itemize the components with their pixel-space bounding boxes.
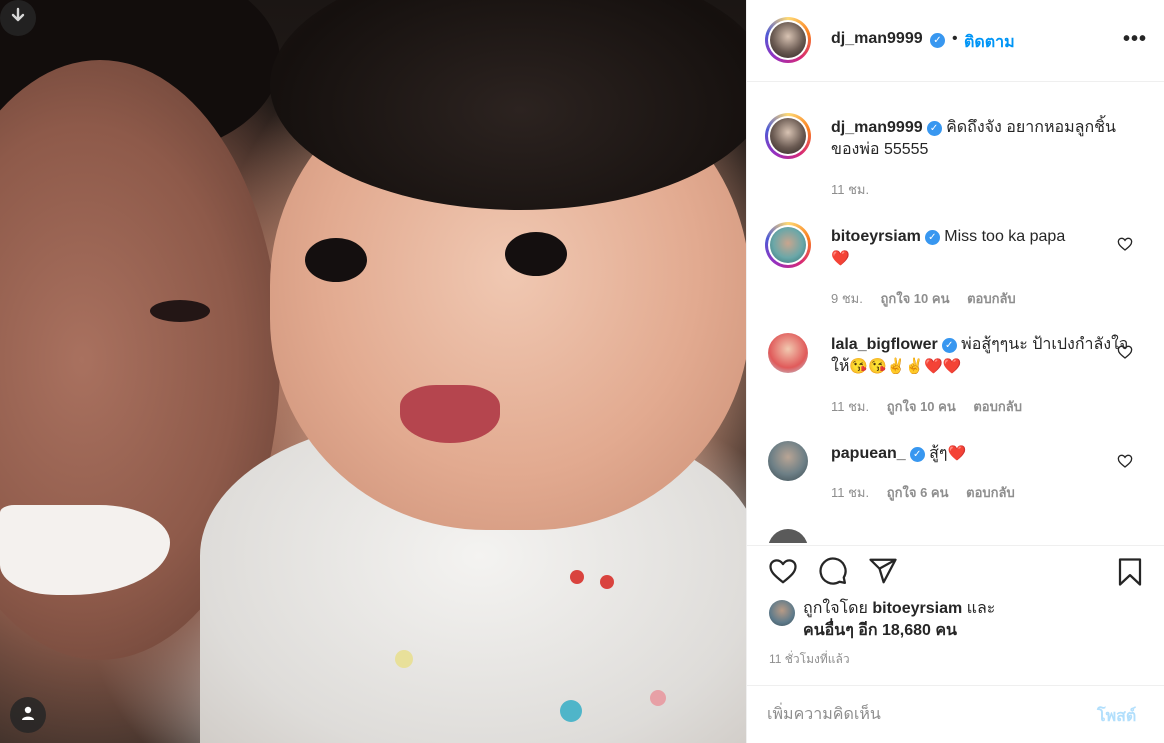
caption-meta: 11 ชม. bbox=[831, 179, 883, 200]
comment-emoji: 😘😘✌️✌️❤️❤️ bbox=[849, 358, 962, 375]
comment-username[interactable]: lala_bigflower bbox=[831, 336, 938, 353]
post-actions: ถูกใจโดย bitoeyrsiam และ คนอื่นๆ อีก 18,… bbox=[747, 545, 1164, 685]
cloth-pattern-dot bbox=[600, 575, 614, 589]
post-header: dj_man9999 ✓ • ติดตาม ••• bbox=[747, 0, 1164, 82]
verified-icon: ✓ bbox=[924, 230, 940, 245]
add-comment-bar: โพสต์ bbox=[747, 685, 1164, 743]
comment-input[interactable] bbox=[767, 702, 1067, 728]
author-username[interactable]: dj_man9999 bbox=[831, 30, 923, 48]
comment-text-block: papuean_ ✓ สู้ๆ❤️ bbox=[831, 443, 1131, 465]
liked-by-prefix: ถูกใจโดย bbox=[803, 600, 868, 617]
verified-icon: ✓ bbox=[909, 447, 925, 462]
comment-text-block: lala_bigflower ✓ พ่อสู้ๆๆนะ ป้าเปงกำลังใจ… bbox=[831, 334, 1131, 378]
comment-avatar[interactable] bbox=[768, 441, 808, 481]
comment-username[interactable]: papuean_ bbox=[831, 445, 906, 462]
caption-username[interactable]: dj_man9999 bbox=[831, 119, 923, 136]
post-media[interactable] bbox=[0, 0, 746, 743]
baby-eye-left bbox=[305, 238, 367, 282]
author-avatar[interactable] bbox=[765, 17, 811, 63]
verified-icon: ✓ bbox=[926, 121, 942, 136]
comments-list[interactable]: dj_man9999 ✓ คิดถึงจัง อยากหอมลูกชิ้นของพ… bbox=[747, 83, 1164, 543]
post-time-ago[interactable]: 11 ชั่วโมงที่แล้ว bbox=[769, 650, 850, 669]
verified-icon: ✓ bbox=[930, 33, 945, 48]
comment-avatar[interactable] bbox=[768, 333, 808, 373]
liked-by-others[interactable]: คนอื่นๆ อีก 18,680 คน bbox=[803, 622, 957, 639]
separator-dot: • bbox=[952, 30, 958, 47]
tagged-users-button[interactable] bbox=[10, 697, 46, 733]
download-button[interactable] bbox=[0, 0, 36, 36]
comment-like-button[interactable] bbox=[1117, 344, 1133, 365]
comment-username[interactable]: bitoeyrsiam bbox=[831, 228, 921, 245]
adult-eye bbox=[150, 300, 210, 322]
share-button[interactable] bbox=[867, 556, 899, 591]
post-comment-button[interactable]: โพสต์ bbox=[1097, 704, 1136, 729]
more-options-icon[interactable]: ••• bbox=[1123, 28, 1147, 51]
caption-text-block: dj_man9999 ✓ คิดถึงจัง อยากหอมลูกชิ้นของพ… bbox=[831, 117, 1131, 161]
liked-by-summary: ถูกใจโดย bitoeyrsiam และ คนอื่นๆ อีก 18,… bbox=[803, 598, 995, 642]
comment-text: สู้ๆ bbox=[929, 445, 948, 462]
comment-text-block: bitoeyrsiam ✓ Miss too ka papa ❤️ bbox=[831, 226, 1131, 270]
comment-reply-button[interactable]: ตอบกลับ bbox=[966, 485, 1015, 500]
comment-likes[interactable]: ถูกใจ 10 คน bbox=[887, 399, 956, 414]
caption-time[interactable]: 11 ชม. bbox=[831, 182, 869, 197]
comment-like-button[interactable] bbox=[1117, 453, 1133, 474]
heart-icon bbox=[767, 559, 799, 590]
bookmark-icon bbox=[1115, 558, 1145, 592]
comment-meta: 9 ชม. ถูกใจ 10 คน ตอบกลับ bbox=[831, 288, 1030, 309]
baby-mouth bbox=[400, 385, 500, 443]
comment-emoji: ❤️ bbox=[947, 445, 967, 462]
comment-emoji: ❤️ bbox=[831, 250, 850, 267]
comment-avatar[interactable] bbox=[768, 529, 808, 543]
comment-time[interactable]: 9 ชม. bbox=[831, 291, 863, 306]
liked-by-and: และ bbox=[966, 600, 996, 617]
comment-icon bbox=[817, 557, 849, 590]
comment-time[interactable]: 11 ชม. bbox=[831, 399, 869, 414]
save-button[interactable] bbox=[1115, 556, 1145, 593]
cloth-pattern-dot bbox=[570, 570, 584, 584]
like-button[interactable] bbox=[767, 556, 799, 591]
comment-reply-button[interactable]: ตอบกลับ bbox=[967, 291, 1016, 306]
heart-icon bbox=[1117, 237, 1133, 256]
comment-meta: 11 ชม. ถูกใจ 6 คน ตอบกลับ bbox=[831, 482, 1029, 503]
comment-button[interactable] bbox=[817, 556, 849, 591]
caption-avatar[interactable] bbox=[765, 113, 811, 159]
comment-likes[interactable]: ถูกใจ 10 คน bbox=[880, 291, 949, 306]
comment-reply-button[interactable]: ตอบกลับ bbox=[973, 399, 1022, 414]
share-icon bbox=[867, 558, 899, 590]
follow-button[interactable]: ติดตาม bbox=[964, 30, 1015, 55]
baby-eye-right bbox=[505, 232, 567, 276]
comment-time[interactable]: 11 ชม. bbox=[831, 485, 869, 500]
comment-item: bitoeyrsiam ✓ Miss too ka papa ❤️ 9 ชม. ถ… bbox=[747, 220, 1164, 320]
comment-item: lala_bigflower ✓ พ่อสู้ๆๆนะ ป้าเปงกำลังใจ… bbox=[747, 328, 1164, 428]
comment-likes[interactable]: ถูกใจ 6 คน bbox=[887, 485, 949, 500]
verified-icon: ✓ bbox=[941, 338, 957, 353]
liked-by-avatar[interactable] bbox=[769, 600, 795, 626]
cloth-pattern-dot bbox=[560, 700, 582, 722]
post-side-panel: dj_man9999 ✓ • ติดตาม ••• dj_man9999 ✓ คิ… bbox=[746, 0, 1164, 743]
caption: dj_man9999 ✓ คิดถึงจัง อยากหอมลูกชิ้นของพ… bbox=[747, 111, 1164, 201]
cloth-pattern-dot bbox=[395, 650, 413, 668]
cloth-pattern-dot bbox=[650, 690, 666, 706]
download-icon bbox=[9, 7, 27, 30]
heart-icon bbox=[1117, 454, 1133, 473]
heart-icon bbox=[1117, 345, 1133, 364]
liked-by-user[interactable]: bitoeyrsiam bbox=[872, 600, 962, 617]
comment-item: papuean_ ✓ สู้ๆ❤️ 11 ชม. ถูกใจ 6 คน ตอบกล… bbox=[747, 437, 1164, 517]
comment-like-button[interactable] bbox=[1117, 236, 1133, 257]
comment-avatar[interactable] bbox=[765, 222, 811, 268]
comment-text: Miss too ka papa bbox=[944, 228, 1066, 245]
user-icon bbox=[20, 705, 36, 726]
comment-meta: 11 ชม. ถูกใจ 10 คน ตอบกลับ bbox=[831, 396, 1036, 417]
